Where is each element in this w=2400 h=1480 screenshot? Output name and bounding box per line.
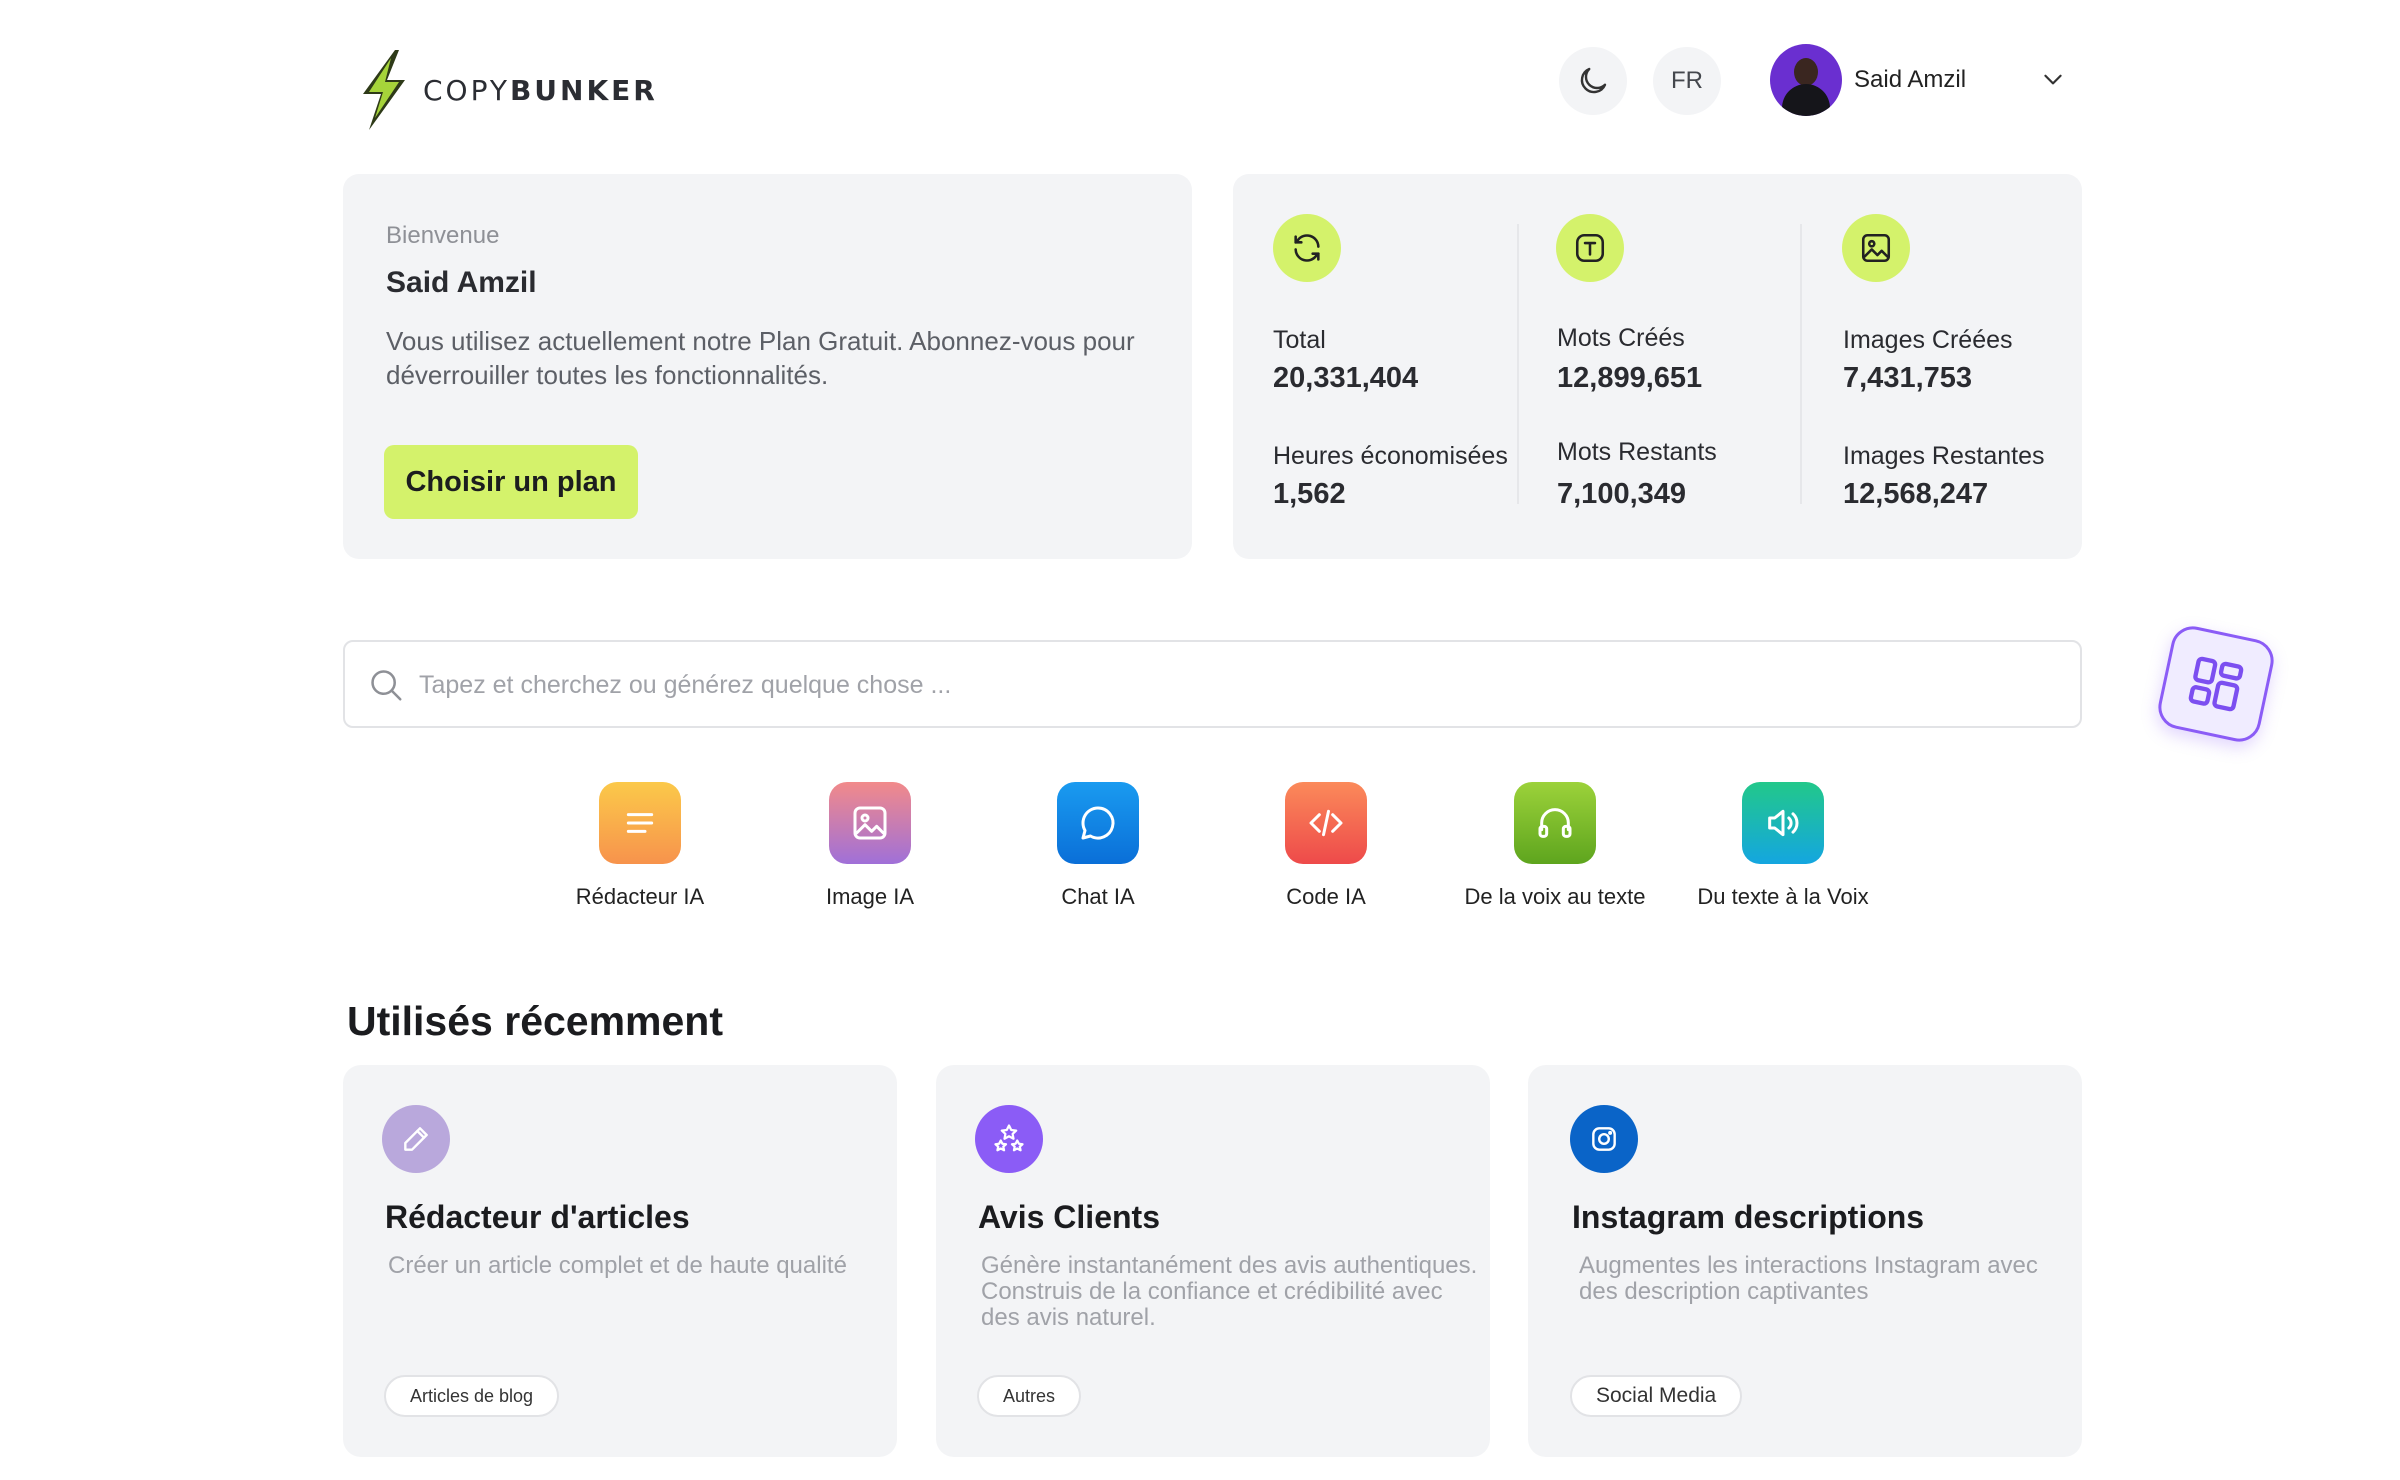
search-icon	[371, 670, 402, 701]
stat-words-left-label: Mots Restants	[1557, 438, 1717, 466]
recent-card-avis-clients[interactable]: Avis Clients Génère instantanément des a…	[936, 1065, 1490, 1457]
search-input[interactable]	[419, 662, 2019, 708]
tool-voix-texte[interactable]: De la voix au texte	[1455, 782, 1655, 910]
language-switcher[interactable]: FR	[1653, 47, 1721, 115]
recent-section-title: Utilisés récemment	[347, 998, 724, 1044]
category-tag[interactable]: Social Media	[1570, 1375, 1743, 1417]
text-t-icon	[1556, 214, 1624, 282]
category-tag[interactable]: Articles de blog	[384, 1375, 560, 1417]
category-tag[interactable]: Autres	[977, 1375, 1082, 1417]
plan-description: Vous utilisez actuellement notre Plan Gr…	[386, 326, 1135, 390]
pencil-icon	[382, 1105, 450, 1173]
welcome-greeting: Bienvenue	[386, 222, 500, 249]
tool-code-ia[interactable]: Code IA	[1226, 782, 1426, 910]
chevron-down-icon[interactable]	[2040, 66, 2066, 92]
recent-card-description: Créer un article complet et de haute qua…	[388, 1252, 847, 1279]
stat-images-created-label: Images Créées	[1843, 326, 2013, 354]
avatar	[1770, 44, 1842, 116]
stat-total-label: Total	[1273, 326, 1326, 354]
recent-card-description: Augmentes les interactions Instagram ave…	[1579, 1252, 2038, 1305]
image-icon	[829, 782, 911, 864]
stat-images-left-label: Images Restantes	[1843, 442, 2045, 470]
stat-words-created-value: 12,899,651	[1557, 362, 1703, 394]
recent-card-title: Instagram descriptions	[1572, 1199, 1925, 1235]
stat-hours-label: Heures économisées	[1273, 442, 1508, 470]
stat-images-created-value: 7,431,753	[1843, 362, 1973, 394]
instagram-icon	[1570, 1105, 1638, 1173]
speaker-icon	[1742, 782, 1824, 864]
chat-bubble-icon	[1057, 782, 1139, 864]
tool-texte-voix[interactable]: Du texte à la Voix	[1683, 782, 1883, 910]
lightning-logo-icon	[363, 50, 405, 130]
logo[interactable]: COPYBUNKER	[355, 48, 658, 132]
tool-redacteur-ia[interactable]: Rédacteur IA	[540, 782, 740, 910]
search-bar[interactable]	[343, 640, 2082, 728]
recent-card-instagram-descriptions[interactable]: Instagram descriptions Augmentes les int…	[1528, 1065, 2082, 1457]
tool-label: Chat IA	[1061, 884, 1135, 909]
usage-stats-card: Total 20,331,404 Heures économisées 1,56…	[1233, 174, 2082, 559]
recent-card-title: Rédacteur d'articles	[385, 1199, 690, 1235]
recent-card-redacteur-articles[interactable]: Rédacteur d'articles Créer un article co…	[343, 1065, 897, 1457]
stat-images-left-value: 12,568,247	[1843, 478, 1989, 510]
tool-label: Image IA	[825, 884, 915, 909]
logo-text: COPYBUNKER	[423, 73, 658, 107]
code-icon	[1285, 782, 1367, 864]
tool-chat-ia[interactable]: Chat IA	[998, 782, 1198, 910]
tool-image-ia[interactable]: Image IA	[770, 782, 970, 910]
user-menu[interactable]: Said Amzil	[1770, 44, 1966, 116]
stars-icon	[975, 1105, 1043, 1173]
recent-card-title: Avis Clients	[978, 1199, 1160, 1235]
stat-total-value: 20,331,404	[1273, 362, 1419, 394]
dark-mode-toggle[interactable]	[1559, 47, 1627, 115]
stat-words-created-label: Mots Créés	[1557, 324, 1685, 352]
image-icon	[1842, 214, 1910, 282]
moon-icon	[1580, 67, 1607, 94]
welcome-card: Bienvenue Said Amzil Vous utilisez actue…	[343, 174, 1192, 559]
stat-words-left-value: 7,100,349	[1557, 478, 1687, 510]
choose-plan-button[interactable]: Choisir un plan	[384, 445, 638, 519]
grid-icon	[2188, 656, 2244, 712]
tool-label: De la voix au texte	[1464, 884, 1646, 909]
stat-hours-value: 1,562	[1273, 478, 1346, 510]
text-lines-icon	[599, 782, 681, 864]
recent-card-description: Génère instantanément des avis authentiq…	[981, 1252, 1478, 1331]
headphones-icon	[1514, 782, 1596, 864]
welcome-user-name: Said Amzil	[386, 266, 537, 299]
tool-label: Code IA	[1286, 884, 1366, 909]
refresh-icon	[1273, 214, 1341, 282]
apps-grid-button[interactable]	[2154, 622, 2278, 746]
user-name: Said Amzil	[1854, 66, 1967, 93]
tool-label: Rédacteur IA	[575, 884, 705, 909]
tool-label: Du texte à la Voix	[1697, 884, 1869, 909]
